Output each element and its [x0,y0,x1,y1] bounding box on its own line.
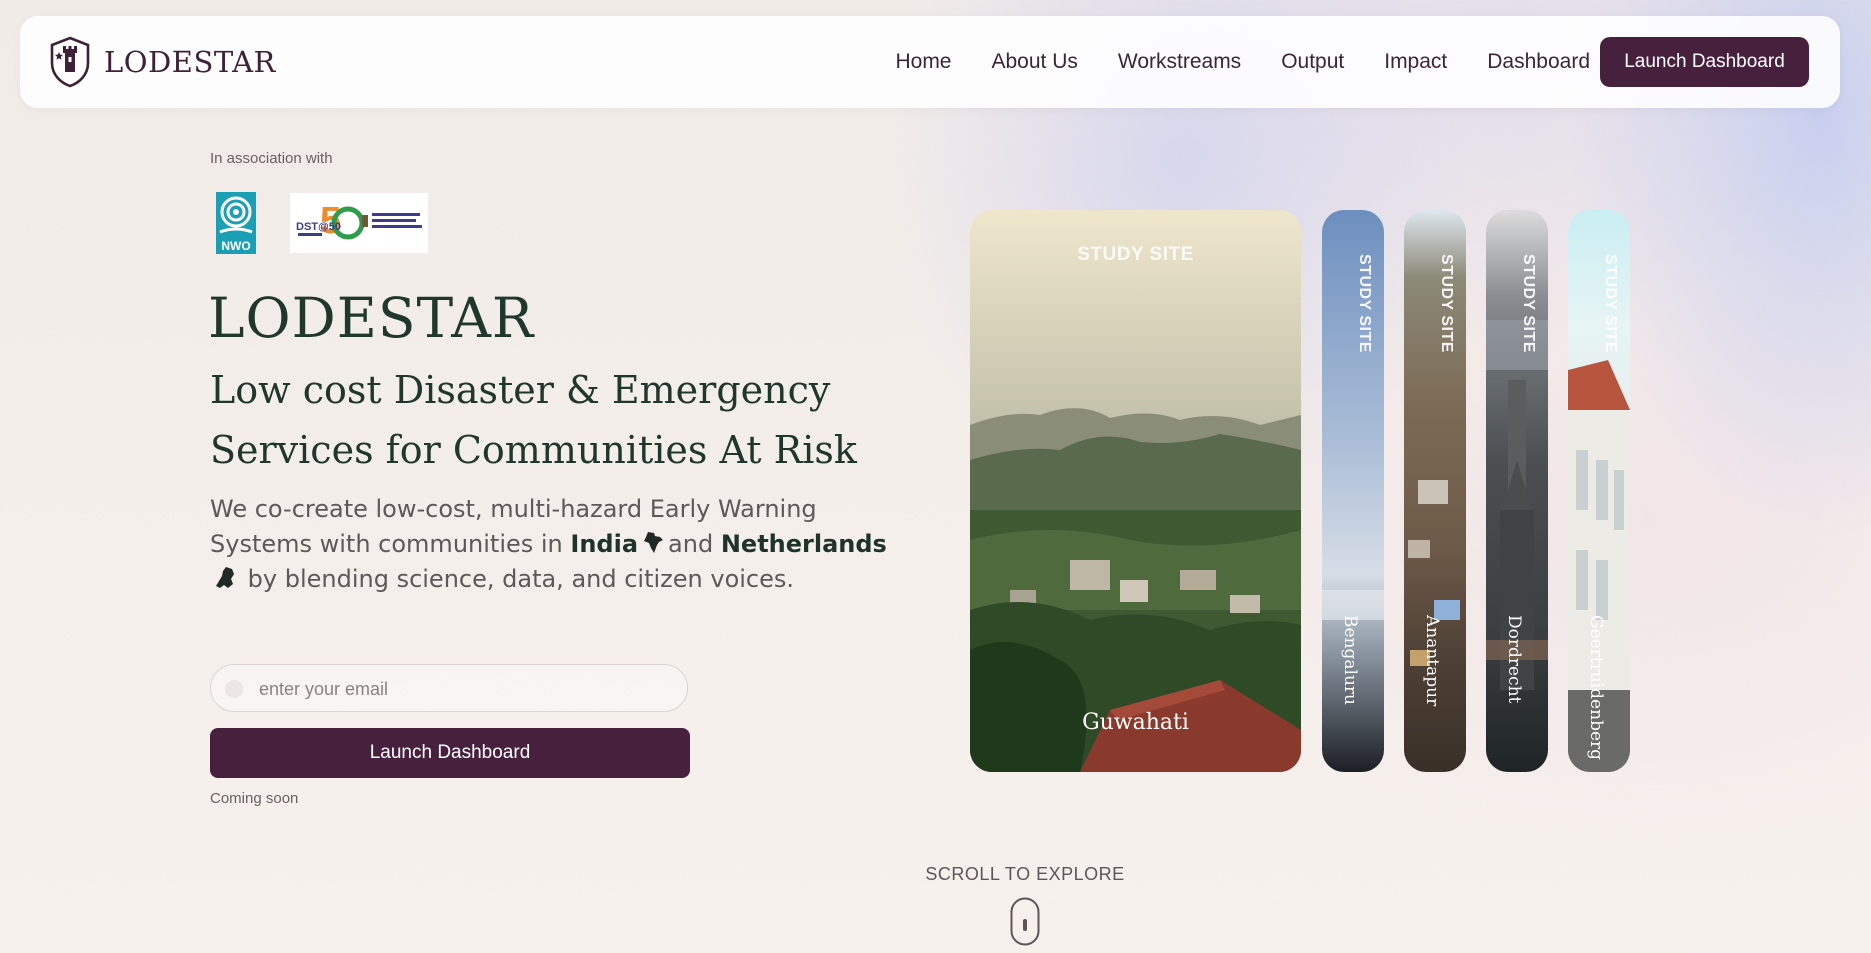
site-card-dordrecht[interactable]: STUDY SITE Dordrecht [1486,210,1548,772]
site-card-anantapur[interactable]: STUDY SITE Anantapur [1404,210,1466,772]
site-logo[interactable]: LODESTAR [48,34,276,90]
site-name-bengaluru: Bengaluru [1340,615,1360,705]
dst-logo-text: DST@50 [296,221,341,233]
india-map-icon [644,532,664,553]
site-name-dordrecht: Dordrecht [1504,615,1524,704]
nwo-logo-icon: NWO [216,192,256,254]
email-field-wrapper [210,664,688,713]
nav-impact[interactable]: Impact [1384,50,1447,74]
desc-netherlands: Netherlands [720,530,887,558]
netherlands-map-icon [216,567,234,588]
study-site-caption: STUDY SITE [1602,254,1619,353]
site-name-geertruidenberg: Geertruidenberg [1586,615,1606,761]
site-card-geertruidenberg[interactable]: STUDY SITE Geertruidenberg [1568,210,1630,772]
desc-india: India [570,530,639,558]
mouse-scroll-icon[interactable] [1010,897,1040,947]
top-navbar: LODESTAR Home About Us Workstreams Outpu… [20,16,1840,108]
study-site-caption: STUDY SITE [1520,254,1537,353]
desc-and: and [668,530,714,558]
site-name-anantapur: Anantapur [1422,615,1442,707]
launch-dashboard-button[interactable]: Launch Dashboard [210,728,690,778]
hero-subtitle: Low cost Disaster & Emergency Services f… [210,368,857,472]
nav-about-us[interactable]: About Us [992,50,1078,74]
nav-home[interactable]: Home [895,50,951,74]
site-card-bengaluru[interactable]: STUDY SITE Bengaluru [1322,210,1384,772]
nav-launch-dashboard-button[interactable]: Launch Dashboard [1600,37,1809,87]
desc-part2: by blending science, data, and citizen v… [247,565,795,593]
nav-workstreams[interactable]: Workstreams [1118,50,1241,74]
nav-links: Home About Us Workstreams Output Impact … [855,16,1590,108]
email-field[interactable] [257,665,671,713]
email-icon [225,680,243,698]
hero-description: We co-create low-cost, multi-hazard Earl… [210,492,890,597]
site-name-guwahati: Guwahati [1082,710,1189,735]
study-site-caption: STUDY SITE [1356,254,1373,353]
association-label: In association with [210,150,333,167]
nwo-logo-text: NWO [221,239,250,253]
scroll-to-explore-label: SCROLL TO EXPLORE [925,864,1125,884]
hero-title: LODESTAR [208,286,535,350]
shield-tower-icon [50,36,90,88]
site-card-guwahati[interactable]: STUDY SITE Guwahati [970,210,1301,772]
study-site-caption: STUDY SITE [1438,254,1455,353]
nav-dashboard[interactable]: Dashboard [1487,50,1590,74]
guwahati-photo [970,210,1301,772]
coming-soon-note: Coming soon [210,790,299,807]
dst-logo-icon: 5 DST@50 [290,193,428,253]
partner-logos: NWO 5 DST@50 [216,192,428,254]
nav-output[interactable]: Output [1281,50,1344,74]
logo-text: LODESTAR [104,45,276,79]
study-site-caption: STUDY SITE [1077,244,1194,265]
